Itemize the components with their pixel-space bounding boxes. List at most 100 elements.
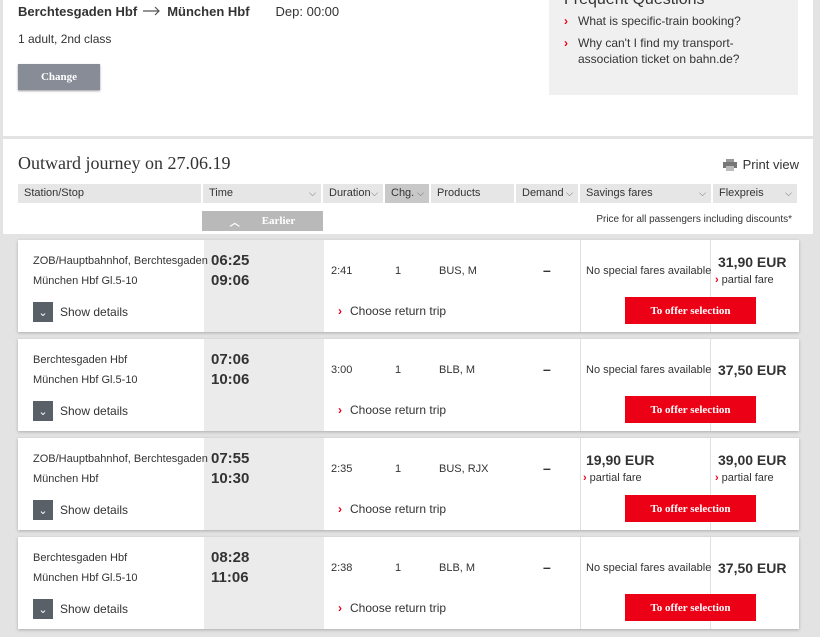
print-view-link[interactable]: Print view — [722, 157, 799, 172]
products: BLB, M — [439, 364, 476, 376]
arrival-time: 09:06 — [211, 272, 250, 289]
choose-return-link[interactable]: › Choose return trip — [338, 502, 446, 516]
chevron-right-icon: › — [564, 36, 568, 50]
col-duration[interactable]: Duration ⌵ — [323, 184, 383, 203]
products: BLB, M — [439, 562, 476, 574]
departure-time: 07:06 — [211, 351, 250, 368]
flex-price: 37,50 EUR — [718, 560, 787, 576]
connection-row: ZOB/Hauptbahnhof, Berchtesgaden München … — [18, 240, 799, 332]
col-products: Products — [431, 184, 514, 203]
savings-fare: No special fares available — [586, 364, 712, 376]
passenger-summary: 1 adult, 2nd class — [18, 32, 112, 46]
chevron-right-icon: › — [715, 274, 719, 286]
route-summary: Berchtesgaden Hbf München Hbf Dep: 00:00 — [18, 3, 339, 19]
savings-fare: No special fares available — [586, 562, 712, 574]
arrival-time: 11:06 — [211, 569, 249, 586]
printer-icon — [722, 158, 737, 171]
choose-return-link[interactable]: › Choose return trip — [338, 403, 446, 417]
chevron-down-icon: ⌄ — [33, 599, 53, 619]
col-changes[interactable]: Chg. ⌵ — [385, 184, 429, 203]
offer-selection-button[interactable]: To offer selection — [625, 396, 756, 423]
column-headers: Station/Stop Time ⌵ Duration ⌵ Chg. ⌵ Produ… — [18, 184, 797, 203]
arrow-right-icon — [143, 3, 161, 19]
departure-time: 07:55 — [211, 450, 250, 467]
departure-time: 08:28 — [211, 549, 250, 566]
connection-row: ZOB/Hauptbahnhof, Berchtesgaden München … — [18, 438, 799, 530]
search-summary-panel: Berchtesgaden Hbf München Hbf Dep: 00:00… — [3, 0, 813, 136]
departure-time: 06:25 — [211, 252, 250, 269]
savings-fare: No special fares available — [586, 265, 712, 277]
chevron-down-icon: ⌵ — [785, 188, 792, 198]
show-details-toggle[interactable]: ⌄ Show details — [33, 302, 128, 322]
from-station: Berchtesgaden Hbf — [33, 354, 128, 366]
change-button[interactable]: Change — [18, 64, 100, 90]
from-station: ZOB/Hauptbahnhof, Berchtesgaden — [33, 453, 208, 465]
chevron-down-icon: ⌵ — [309, 188, 316, 198]
show-details-toggle[interactable]: ⌄ Show details — [33, 500, 128, 520]
demand: – — [543, 460, 551, 476]
duration: 3:00 — [331, 364, 353, 376]
offer-selection-button[interactable]: To offer selection — [625, 297, 756, 324]
to-station: München Hbf Gl.5-10 — [33, 275, 138, 287]
col-time[interactable]: Time ⌵ — [203, 184, 321, 203]
chevron-down-icon: ⌄ — [33, 500, 53, 520]
duration: 2:35 — [331, 463, 353, 475]
choose-return-link[interactable]: › Choose return trip — [338, 304, 446, 318]
connection-row: Berchtesgaden Hbf München Hbf Gl.5-10 08… — [18, 537, 799, 629]
duration: 2:41 — [331, 265, 353, 277]
chevron-right-icon: › — [583, 472, 587, 484]
changes: 1 — [395, 265, 402, 277]
offer-selection-button[interactable]: To offer selection — [625, 495, 756, 522]
flex-price: 31,90 EUR — [718, 254, 787, 270]
demand: – — [543, 559, 551, 575]
changes: 1 — [395, 364, 402, 376]
col-demand[interactable]: Demand ⌵ — [516, 184, 578, 203]
demand: – — [543, 262, 551, 278]
from-station: Berchtesgaden Hbf — [33, 552, 128, 564]
flex-price: 39,00 EUR — [718, 452, 787, 468]
price-note: Price for all passengers including disco… — [596, 214, 792, 225]
to-station: München Hbf Gl.5-10 — [33, 572, 138, 584]
chevron-down-icon: ⌄ — [33, 302, 53, 322]
chevron-right-icon: › — [338, 601, 342, 615]
chevron-right-icon: › — [338, 502, 342, 516]
faq-title: Frequent Questions — [564, 0, 783, 9]
faq-link-specific-train[interactable]: › What is specific-train booking? — [564, 13, 783, 29]
savings-partial-fare[interactable]: › partial fare — [583, 472, 642, 484]
from-station: ZOB/Hauptbahnhof, Berchtesgaden — [33, 255, 208, 267]
products: BUS, M — [439, 265, 477, 277]
earlier-button[interactable]: ︿ Earlier — [202, 211, 323, 231]
changes: 1 — [395, 562, 402, 574]
products: BUS, RJX — [439, 463, 489, 475]
show-details-toggle[interactable]: ⌄ Show details — [33, 599, 128, 619]
faq-box: Frequent Questions › What is specific-tr… — [549, 0, 798, 95]
to-station: München Hbf Gl.5-10 — [33, 374, 138, 386]
choose-return-link[interactable]: › Choose return trip — [338, 601, 446, 615]
arrival-time: 10:30 — [211, 470, 250, 487]
demand: – — [543, 361, 551, 377]
col-flexpreis[interactable]: Flexpreis ⌵ — [713, 184, 797, 203]
changes: 1 — [395, 463, 402, 475]
faq-link-transport-association[interactable]: › Why can't I find my transport- associa… — [564, 35, 783, 67]
departure-time-label: Dep: 00:00 — [275, 3, 340, 19]
col-station: Station/Stop — [18, 184, 201, 203]
chevron-right-icon: › — [338, 403, 342, 417]
origin-station: Berchtesgaden Hbf — [18, 3, 138, 19]
chevron-right-icon: › — [338, 304, 342, 318]
offer-selection-button[interactable]: To offer selection — [625, 594, 756, 621]
col-savings[interactable]: Savings fares ⌵ — [580, 184, 711, 203]
journey-title: Outward journey on 27.06.19 — [18, 153, 231, 173]
flex-partial-fare[interactable]: › partial fare — [715, 472, 774, 484]
chevron-right-icon: › — [564, 14, 568, 28]
journey-section: Outward journey on 27.06.19 Print view S… — [3, 139, 813, 637]
chevron-down-icon: ⌄ — [33, 401, 53, 421]
flex-price: 37,50 EUR — [718, 362, 787, 378]
chevron-up-icon: ︿ — [229, 217, 240, 229]
chevron-down-icon: ⌵ — [699, 188, 706, 198]
chevron-down-icon: ⌵ — [417, 188, 424, 198]
chevron-right-icon: › — [715, 472, 719, 484]
show-details-toggle[interactable]: ⌄ Show details — [33, 401, 128, 421]
chevron-down-icon: ⌵ — [566, 188, 573, 198]
journey-header: Outward journey on 27.06.19 Print view S… — [3, 139, 813, 234]
flex-partial-fare[interactable]: › partial fare — [715, 274, 774, 286]
